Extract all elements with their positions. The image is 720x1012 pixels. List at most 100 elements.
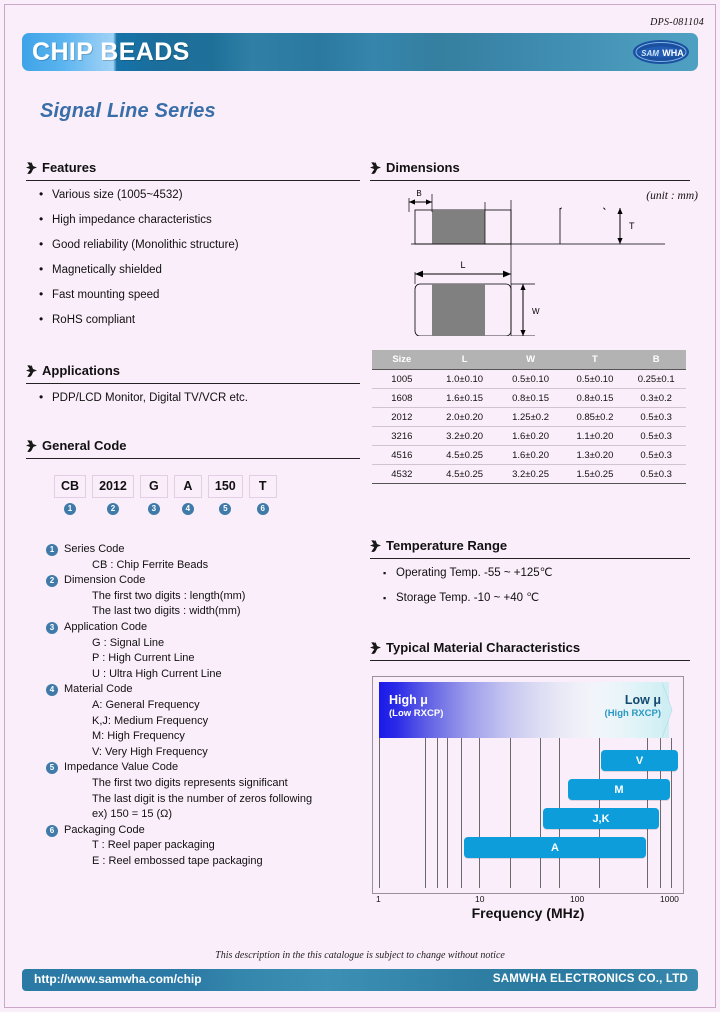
cell-w: 1.6±0.20 [497, 445, 564, 465]
legend-sub: The first two digits represents signific… [92, 776, 288, 789]
temperature-rule [370, 558, 690, 559]
page-title-chip: CHIP [32, 38, 93, 66]
legend-entry: 4 Material Code [46, 682, 312, 698]
legend-label: Application Code [64, 620, 148, 633]
diamond-bullet-icon [26, 440, 37, 451]
general-code-heading-text: General Code [42, 438, 127, 453]
cell-size: 3216 [372, 426, 432, 446]
applications-heading-text: Applications [42, 363, 121, 378]
cell-b: 0.5±0.3 [626, 445, 686, 465]
cell-l: 2.0±0.20 [431, 407, 498, 427]
diamond-bullet-icon [370, 540, 381, 551]
band-label-high-mu-title: High μ [389, 693, 428, 707]
legend-entry: 5 Impedance Value Code [46, 760, 312, 776]
legend-label: Packaging Code [64, 823, 145, 836]
code-box-value: G [139, 475, 168, 498]
svg-text:T: T [629, 221, 635, 231]
material-characteristics-chart: High μ (Low RXCP) Low μ (High RXCP) V M … [372, 676, 684, 894]
cell-w: 0.8±0.15 [497, 388, 564, 408]
legend-label: Dimension Code [64, 574, 146, 587]
table-row: 1005 1.0±0.10 0.5±0.10 0.5±0.10 0.25±0.1 [372, 369, 686, 389]
dimensions-heading-text: Dimensions [386, 160, 460, 175]
code-box-value: T [248, 475, 277, 498]
code-cell-application: G 3 [139, 475, 168, 516]
legend-number: 1 [46, 544, 58, 556]
bar-v: V [601, 750, 678, 771]
chart-x-axis-title: Frequency (MHz) [471, 905, 585, 921]
legend-label: Material Code [64, 683, 133, 696]
legend-sub: G : Signal Line [92, 636, 165, 649]
bar-m: M [568, 779, 670, 800]
general-code-legend: 1 Series Code CB : Chip Ferrite Beads 2 … [46, 542, 312, 869]
legend-sub: T : Reel paper packaging [92, 839, 215, 852]
list-item: RoHS compliant [26, 313, 360, 327]
legend-sub: CB : Chip Ferrite Beads [92, 558, 209, 571]
cell-w: 3.2±0.25 [497, 464, 564, 484]
temperature-heading-text: Temperature Range [386, 538, 508, 553]
cell-b: 0.25±0.1 [626, 369, 686, 389]
legend-sub: P : High Current Line [92, 652, 195, 665]
column-header-b: B [626, 350, 686, 370]
cell-t: 0.5±0.10 [563, 369, 627, 389]
diamond-bullet-icon [370, 642, 381, 653]
applications-rule [26, 383, 360, 384]
band-label-high-mu: High μ (Low RXCP) [389, 693, 443, 721]
material-chart-heading: Typical Material Characteristics [370, 640, 690, 656]
bar-jk: J,K [543, 808, 659, 829]
axis-tick-1000: 1000 [660, 894, 679, 904]
features-list: Various size (1005~4532) High impedance … [26, 188, 360, 327]
code-box-number: 4 [181, 503, 194, 515]
gradient-arrow-icon [662, 682, 673, 738]
legend-label: Series Code [64, 543, 125, 555]
band-label-low-mu: Low μ (High RXCP) [605, 693, 661, 721]
axis-tick-1: 1 [376, 894, 381, 904]
cell-t: 0.8±0.15 [563, 388, 627, 408]
general-code-boxes: CB 1 2012 2 G 3 A 4 150 5 T 6 [54, 475, 277, 516]
legend-sub: A: General Frequency [92, 698, 200, 711]
gridline [461, 738, 462, 888]
legend-sub: E : Reel embossed tape packaging [92, 854, 263, 867]
legend-label: Impedance Value Code [64, 761, 179, 774]
legend-sub: U : Ultra High Current Line [92, 667, 222, 680]
gridline [479, 738, 480, 888]
band-label-low-mu-title: Low μ [624, 693, 661, 707]
code-box-number: 3 [147, 503, 160, 515]
document-code: DPS-081104 [650, 17, 704, 28]
material-chart-rule [370, 660, 690, 661]
footer-note: This description in the this catalogue i… [215, 950, 505, 961]
svg-text:W: W [532, 307, 540, 316]
general-code-rule [26, 458, 360, 459]
code-cell-impedance: 150 5 [207, 475, 243, 516]
legend-sub: K,J: Medium Frequency [92, 714, 209, 727]
gridline [437, 738, 438, 888]
chart-grid-area: V M J,K A [379, 738, 679, 888]
cell-t: 0.85±0.2 [563, 407, 627, 427]
cell-l: 4.5±0.25 [431, 445, 498, 465]
list-item: Storage Temp. -10 ~ +40 ℃ [370, 592, 690, 605]
code-cell-packaging: T 6 [248, 475, 277, 516]
table-row: 4516 4.5±0.25 1.6±0.20 1.3±0.20 0.5±0.3 [372, 445, 686, 465]
footer-url-link[interactable]: http://www.samwha.com/chip [34, 972, 202, 986]
code-cell-material: A 4 [173, 475, 202, 516]
applications-section: Applications PDP/LCD Monitor, Digital TV… [26, 363, 360, 417]
band-label-low-mu-sub: (High RXCP) [604, 708, 661, 719]
general-code-section: General Code [26, 438, 360, 459]
dimensions-section: Dimensions [370, 160, 690, 181]
svg-text:WHA: WHA [662, 48, 684, 58]
samwha-logo-icon: SAM WHA [633, 40, 689, 64]
legend-sub: The last two digits : width(mm) [92, 605, 241, 618]
code-box-number: 6 [256, 503, 269, 515]
legend-sub: M: High Frequency [92, 730, 185, 743]
cell-size: 1005 [372, 369, 432, 389]
axis-tick-100: 100 [570, 894, 585, 904]
features-section: Features Various size (1005~4532) High i… [26, 160, 360, 339]
table-row: 2012 2.0±0.20 1.25±0.2 0.85±0.2 0.5±0.3 [372, 407, 686, 427]
list-item: PDP/LCD Monitor, Digital TV/VCR etc. [26, 391, 360, 405]
cell-l: 1.6±0.15 [431, 388, 498, 408]
applications-list: PDP/LCD Monitor, Digital TV/VCR etc. [26, 391, 360, 405]
cell-t: 1.5±0.25 [563, 464, 627, 484]
list-item: Various size (1005~4532) [26, 188, 360, 202]
list-item: Good reliability (Monolithic structure) [26, 238, 360, 252]
legend-entry: 2 Dimension Code [46, 573, 312, 589]
legend-sub: V: Very High Frequency [92, 745, 208, 758]
